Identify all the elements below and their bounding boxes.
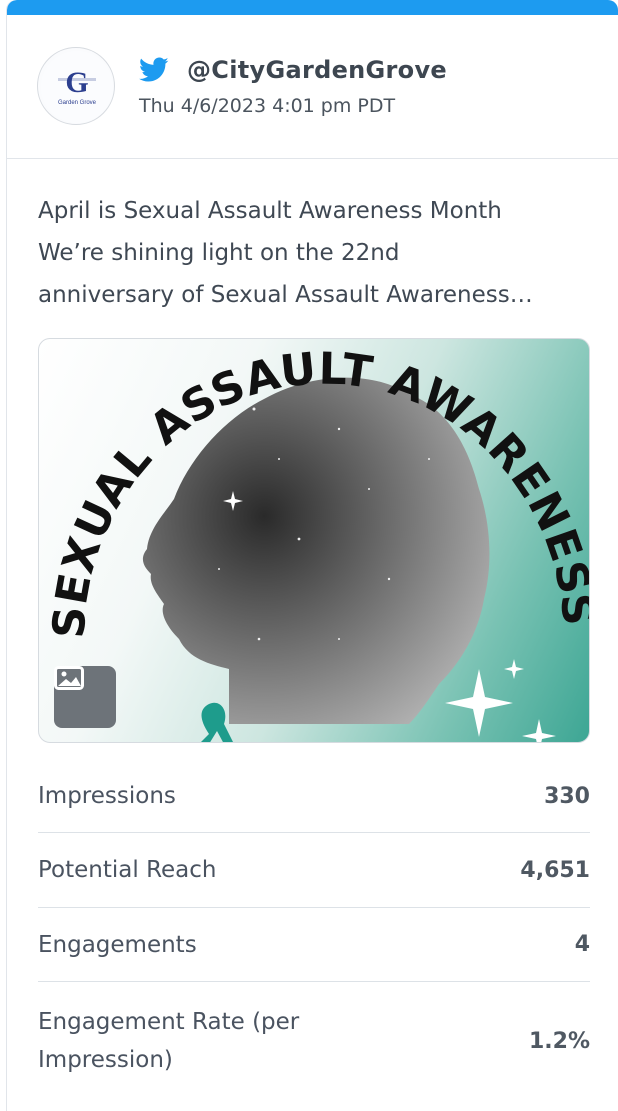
- stat-row-engagements: Engagements 4: [38, 908, 590, 982]
- stat-row-engagement-rate: Engagement Rate (per Impression) 1.2%: [38, 982, 590, 1100]
- post-header: G Garden Grove @CityGardenGrove Thu 4/6/…: [7, 15, 618, 159]
- stat-value: 330: [544, 783, 590, 809]
- garden-grove-logo: G Garden Grove: [41, 51, 113, 123]
- account-handle[interactable]: @CityGardenGrove: [187, 56, 447, 84]
- image-icon: [54, 666, 84, 690]
- media-type-badge: [54, 666, 116, 728]
- post-stats: Impressions 330 Potential Reach 4,651 En…: [38, 760, 590, 1100]
- twitter-bird-icon: [139, 57, 169, 82]
- logo-text: Garden Grove: [58, 100, 97, 106]
- post-text: April is Sexual Assault Awareness Month …: [38, 190, 598, 316]
- avatar[interactable]: G Garden Grove: [37, 47, 115, 125]
- accent-bar: [7, 0, 618, 15]
- stat-label: Impressions: [38, 783, 176, 809]
- post-text-line: April is Sexual Assault Awareness Month: [38, 198, 502, 224]
- stat-label: Engagements: [38, 931, 197, 958]
- stat-value: 4: [574, 932, 590, 957]
- logo-letter: G: [65, 66, 88, 99]
- post-text-line: anniversary of Sexual Assault Awareness…: [38, 282, 533, 308]
- post-text-line: We’re shining light on the 22nd: [38, 240, 400, 266]
- stat-value: 4,651: [520, 857, 590, 883]
- stat-label: Potential Reach: [38, 857, 217, 883]
- stat-value: 1.2%: [528, 1028, 590, 1054]
- post-media-image[interactable]: SEXUAL ASSAULT AWARENESS MONTH: [38, 338, 590, 743]
- stat-row-impressions: Impressions 330: [38, 760, 590, 833]
- handle-row: @CityGardenGrove: [139, 55, 447, 85]
- awareness-poster: SEXUAL ASSAULT AWARENESS MONTH: [39, 339, 589, 742]
- stat-label: Engagement Rate (per Impression): [38, 1009, 300, 1073]
- post-timestamp: Thu 4/6/2023 4:01 pm PDT: [139, 95, 396, 117]
- stat-row-potential-reach: Potential Reach 4,651: [38, 833, 590, 908]
- post-card: G Garden Grove @CityGardenGrove Thu 4/6/…: [6, 0, 618, 1111]
